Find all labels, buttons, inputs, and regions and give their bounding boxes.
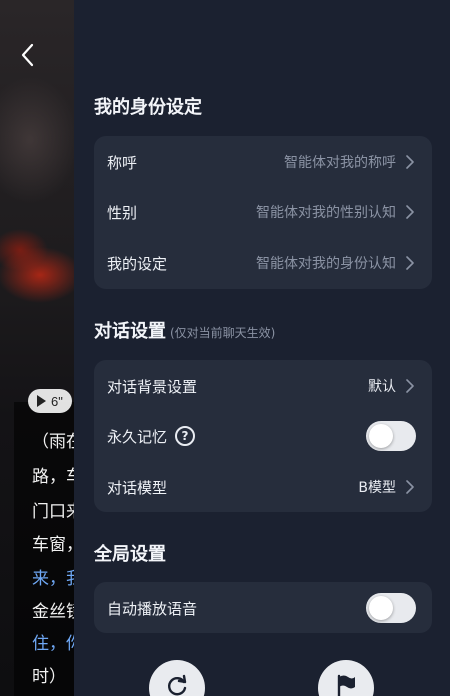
identity-section-title: 我的身份设定 — [94, 97, 202, 118]
row-nickname[interactable]: 称呼 智能体对我的称呼 — [94, 136, 432, 188]
chevron-right-icon — [406, 480, 416, 494]
global-card: 自动播放语音 — [94, 582, 432, 633]
dialog-card: 对话背景设置 默认 永久记忆 ? 对话模型 B模型 — [94, 360, 432, 512]
back-icon[interactable] — [14, 40, 40, 70]
row-autoplay-voice: 自动播放语音 — [94, 582, 432, 634]
report-button[interactable] — [318, 660, 374, 696]
refresh-icon — [164, 673, 190, 696]
row-value: 智能体对我的身份认知 — [256, 256, 396, 272]
row-label: 对话模型 — [107, 478, 168, 497]
row-label: 称呼 — [107, 153, 138, 172]
global-section-title: 全局设置 — [94, 544, 166, 565]
autoplay-toggle[interactable] — [366, 593, 416, 623]
chevron-right-icon — [406, 256, 416, 270]
row-my-persona[interactable]: 我的设定 智能体对我的身份认知 — [94, 237, 432, 289]
row-chat-background[interactable]: 对话背景设置 默认 — [94, 360, 432, 412]
row-label: 永久记忆 — [107, 427, 168, 446]
voice-duration: 6" — [51, 393, 63, 409]
chevron-right-icon — [406, 155, 416, 169]
row-chat-model[interactable]: 对话模型 B模型 — [94, 461, 432, 513]
row-permanent-memory: 永久记忆 ? — [94, 410, 432, 462]
chevron-right-icon — [406, 379, 416, 393]
identity-card: 称呼 智能体对我的称呼 性别 智能体对我的性别认知 我的设定 智能体对我的身份认… — [94, 136, 432, 289]
dialog-section-title: 对话设置 (仅对当前聊天生效) — [94, 317, 275, 343]
chat-line: 时） — [32, 667, 66, 687]
toggle-knob — [369, 596, 393, 620]
row-value: 智能体对我的性别认知 — [256, 205, 396, 221]
row-gender[interactable]: 性别 智能体对我的性别认知 — [94, 186, 432, 238]
refresh-button[interactable] — [149, 660, 205, 696]
row-value: 默认 — [368, 379, 396, 395]
dialog-subtitle: (仅对当前聊天生效) — [170, 326, 276, 340]
toggle-knob — [369, 424, 393, 448]
row-label: 我的设定 — [107, 254, 168, 273]
row-value: 智能体对我的称呼 — [284, 155, 396, 171]
chevron-right-icon — [406, 205, 416, 219]
help-icon[interactable]: ? — [175, 426, 196, 446]
row-value: B模型 — [358, 480, 396, 496]
row-label: 性别 — [107, 203, 138, 222]
dialog-title: 对话设置 — [94, 321, 166, 342]
settings-panel: 我的身份设定 称呼 智能体对我的称呼 性别 智能体对我的性别认知 我的设定 智能… — [74, 0, 450, 696]
row-label: 自动播放语音 — [107, 599, 198, 618]
voice-play-badge[interactable]: 6" — [28, 389, 72, 413]
play-icon — [37, 395, 46, 407]
row-label: 对话背景设置 — [107, 377, 198, 396]
memory-toggle[interactable] — [366, 421, 416, 451]
flag-icon — [334, 673, 358, 696]
